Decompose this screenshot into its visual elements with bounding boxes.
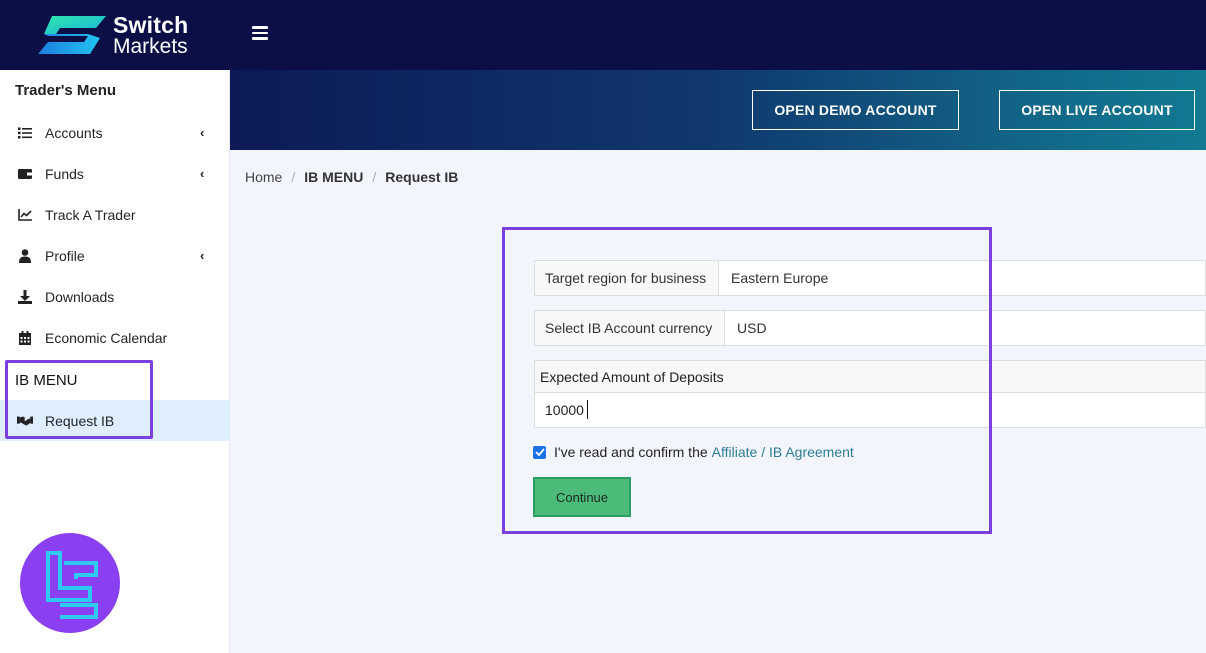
affiliate-agreement-link[interactable]: Affiliate / IB Agreement [712, 444, 854, 460]
header-banner: OPEN DEMO ACCOUNT OPEN LIVE ACCOUNT [230, 70, 1206, 150]
open-live-account-button[interactable]: OPEN LIVE ACCOUNT [999, 90, 1195, 130]
switch-markets-logo[interactable]: Switch Markets [38, 12, 198, 58]
sidebar-item-economic-calendar[interactable]: Economic Calendar [0, 317, 230, 358]
hamburger-icon[interactable] [252, 26, 268, 42]
sidebar-item-label: Track A Trader [45, 206, 136, 223]
switch-logo-icon [38, 16, 106, 54]
brand-name-line1: Switch [113, 12, 189, 38]
brand-name-line2: Markets [113, 35, 188, 58]
sidebar-item-label: Downloads [45, 288, 115, 305]
agreement-row: I've read and confirm the Affiliate / IB… [533, 444, 854, 460]
breadcrumb-home[interactable]: Home [245, 169, 282, 185]
sidebar-item-label: Request IB [45, 412, 115, 429]
sidebar-item-accounts[interactable]: Accounts ‹ [0, 112, 230, 153]
handshake-icon [17, 413, 33, 429]
sidebar-item-label: Accounts [45, 124, 103, 141]
sidebar-item-label: Funds [45, 165, 84, 182]
breadcrumb-separator: / [291, 169, 296, 185]
ib-currency-label: Select IB Account currency [535, 311, 725, 345]
open-demo-account-button[interactable]: OPEN DEMO ACCOUNT [752, 90, 959, 130]
download-icon [17, 289, 33, 305]
text-cursor [587, 400, 588, 419]
agreement-text: I've read and confirm the [554, 444, 708, 460]
sidebar-item-funds[interactable]: Funds ‹ [0, 153, 230, 194]
sidebar-item-profile[interactable]: Profile ‹ [0, 235, 230, 276]
calendar-icon [17, 330, 33, 346]
expected-deposits-label: Expected Amount of Deposits [534, 360, 1206, 393]
sidebar-item-label: Profile [45, 247, 85, 264]
expected-deposits-input[interactable] [534, 392, 1206, 428]
user-icon [17, 248, 33, 264]
breadcrumb: Home / IB MENU / Request IB [245, 169, 458, 185]
chart-line-icon [17, 207, 33, 223]
ib-currency-select[interactable]: USD [725, 311, 1205, 345]
brand-name: Switch Markets [113, 12, 189, 58]
target-region-select[interactable]: Eastern Europe [719, 261, 1205, 295]
ib-currency-field: Select IB Account currency USD [534, 310, 1206, 346]
breadcrumb-separator: / [372, 169, 377, 185]
traders-menu-title: Trader's Menu [15, 82, 117, 99]
target-region-label: Target region for business [535, 261, 719, 295]
breadcrumb-ib-menu[interactable]: IB MENU [304, 169, 363, 185]
list-icon [17, 125, 33, 141]
sidebar-item-label: Economic Calendar [45, 329, 168, 346]
sidebar-item-request-ib[interactable]: Request IB [0, 400, 230, 441]
chevron-left-icon: ‹ [200, 165, 205, 181]
sidebar-item-track-a-trader[interactable]: Track A Trader [0, 194, 230, 235]
chevron-left-icon: ‹ [200, 247, 205, 263]
target-region-field: Target region for business Eastern Europ… [534, 260, 1206, 296]
wallet-icon [17, 166, 33, 182]
top-navbar: Switch Markets [0, 0, 1206, 70]
continue-button[interactable]: Continue [533, 477, 631, 517]
agreement-checkbox[interactable] [533, 445, 546, 459]
ib-menu-title: IB MENU [15, 372, 78, 389]
sidebar-item-downloads[interactable]: Downloads [0, 276, 230, 317]
checkmark-icon [534, 448, 545, 456]
breadcrumb-current: Request IB [385, 169, 459, 185]
chevron-left-icon: ‹ [200, 124, 205, 140]
tradingfinder-watermark-logo [20, 533, 120, 633]
